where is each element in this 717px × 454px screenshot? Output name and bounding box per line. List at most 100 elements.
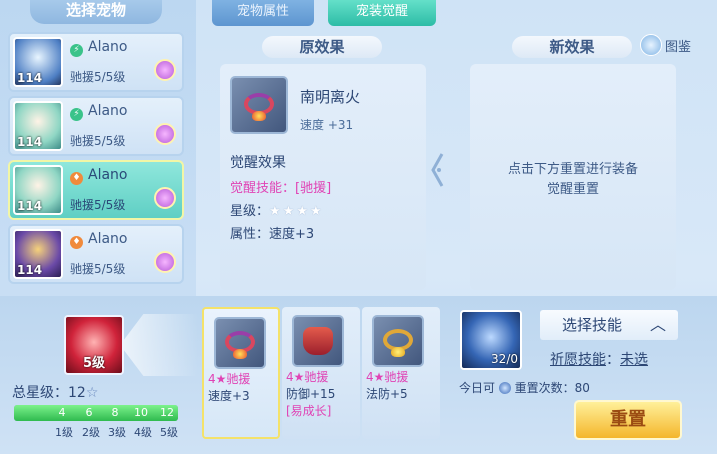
support-skill-icon[interactable]: 5级	[64, 315, 124, 375]
choose-skill-label: 选择技能	[562, 316, 623, 334]
today-count: 重置次数：80	[514, 381, 590, 395]
pet-level: 114	[17, 199, 43, 213]
progress-tick: 10	[134, 406, 148, 419]
chevron-left-icon	[430, 150, 444, 190]
star-rank-stars: ★★★★	[269, 204, 324, 219]
equipment-stat: 速度+3	[208, 389, 250, 403]
today-label: 今日可	[459, 381, 496, 395]
equipment-title: 4★驰援	[366, 370, 409, 384]
wish-skill-row[interactable]: 祈愿技能：未选	[550, 349, 648, 369]
equipment-icon	[292, 315, 344, 367]
equipment-stat: 防御+15	[286, 387, 336, 401]
wish-skill-sep: ：	[606, 352, 620, 368]
equipment-stat: 法防+5	[366, 387, 408, 401]
hint-line-1: 点击下方重置进行装备	[507, 162, 638, 177]
pet-name-text: Alano	[88, 103, 128, 119]
pet-name-text: Alano	[88, 39, 128, 55]
original-effect-header: 原效果	[262, 36, 382, 58]
lightning-icon: ⚡	[70, 44, 83, 57]
armor-icon	[303, 327, 333, 355]
pet-level: 114	[17, 71, 43, 85]
progress-tick: 6	[85, 406, 93, 419]
orb-count: 32/0	[491, 352, 518, 366]
lightning-icon: ⚡	[70, 108, 83, 121]
pet-support-level: 驰援5/5级	[70, 262, 126, 276]
pet-avatar: 114	[13, 229, 63, 279]
pet-avatar: 114	[13, 165, 63, 215]
equipment-extra: [易成长]	[286, 404, 332, 418]
star-rank-label: 星级：	[230, 204, 270, 219]
gem-icon	[252, 111, 266, 122]
pet-name: ♦ Alano	[70, 167, 127, 185]
reset-button[interactable]: 重置	[574, 400, 682, 440]
star-progress-bar: 4 6 8 10 12	[14, 405, 178, 421]
star-outline-icon: ☆	[85, 385, 99, 401]
wish-skill-label: 祈愿技能	[550, 352, 606, 368]
level-label: 2级	[82, 426, 100, 439]
rank-badge-icon	[154, 123, 176, 145]
equipment-info: 4★驰援 防御+15 [易成长]	[286, 369, 335, 420]
pet-name-text: Alano	[88, 167, 128, 183]
atlas-button[interactable]: 图鉴	[640, 34, 691, 56]
choose-skill-dropdown[interactable]: 选择技能 ︿	[540, 310, 678, 340]
gem-icon	[233, 348, 247, 359]
attribute-row: 属性：速度+3	[230, 223, 314, 242]
book-icon	[640, 34, 662, 56]
pet-name-text: Alano	[88, 231, 128, 247]
original-item-icon	[230, 76, 288, 134]
reset-orb-icon: 32/0	[460, 310, 522, 370]
diamond-icon: ♦	[70, 172, 83, 185]
pet-name: ⚡ Alano	[70, 39, 127, 57]
progress-tick: 8	[111, 406, 119, 419]
pet-support-level: 驰援5/5级	[70, 70, 126, 84]
pet-avatar: 114	[13, 37, 63, 87]
equipment-icon	[372, 315, 424, 367]
equipment-icon	[214, 317, 266, 369]
level-label: 5级	[160, 426, 178, 439]
pet-list-title: 选择宠物	[30, 0, 162, 24]
pet-card-3-selected[interactable]: 114 ♦ Alano 驰援5/5级	[8, 160, 184, 220]
level-label: 3级	[108, 426, 126, 439]
progress-tick: 4	[58, 406, 66, 419]
gem-icon	[391, 346, 405, 357]
atlas-label: 图鉴	[665, 40, 692, 55]
tab-equipment-awaken[interactable]: 宠装觉醒	[328, 0, 436, 26]
pet-name: ⚡ Alano	[70, 103, 127, 121]
orb-small-icon	[498, 382, 511, 394]
star-rank-row: 星级：★★★★	[230, 200, 324, 219]
hint-line-2: 觉醒重置	[546, 182, 599, 197]
awaken-skill-value: [驰援]	[295, 181, 332, 196]
awaken-skill-label: 觉醒技能：	[230, 181, 296, 196]
skill-level: 5级	[82, 356, 106, 371]
pet-support-level: 驰援5/5级	[70, 198, 126, 212]
level-label: 4级	[134, 426, 152, 439]
pet-card-4[interactable]: 114 ♦ Alano 驰援5/5级	[8, 224, 184, 284]
daily-reset-count: 今日可 重置次数：80	[459, 379, 590, 396]
pet-level: 114	[17, 135, 43, 149]
pet-card-2[interactable]: 114 ⚡ Alano 驰援5/5级	[8, 96, 184, 156]
equipment-slot-1[interactable]: 4★驰援 速度+3	[202, 307, 280, 439]
pet-name: ♦ Alano	[70, 231, 127, 249]
equipment-title: 4★驰援	[286, 370, 329, 384]
equipment-info: 4★驰援 速度+3	[208, 371, 250, 405]
pet-card-1[interactable]: 114 ⚡ Alano 驰援5/5级	[8, 32, 184, 92]
total-star-label: 总星级：	[12, 385, 68, 401]
equipment-slot-3[interactable]: 4★驰援 法防+5	[362, 307, 440, 439]
chevron-up-icon: ︿	[649, 315, 666, 334]
rank-badge-icon	[154, 251, 176, 273]
attribute-label: 属性：	[230, 227, 270, 242]
awaken-skill-row: 觉醒技能：[驰援]	[230, 177, 331, 196]
original-item-stat: 速度 +31	[300, 118, 354, 132]
original-item-name: 南明离火	[300, 88, 361, 106]
total-star-row: 总星级：12☆	[12, 382, 98, 402]
pet-avatar: 114	[13, 101, 63, 151]
equipment-title: 4★驰援	[208, 372, 251, 386]
rank-badge-icon	[154, 187, 176, 209]
equipment-slot-2[interactable]: 4★驰援 防御+15 [易成长]	[282, 307, 360, 439]
progress-tick: 12	[160, 406, 174, 419]
attribute-value: 速度+3	[269, 227, 315, 242]
awaken-effect-title: 觉醒效果	[230, 155, 286, 171]
tab-pet-attributes[interactable]: 宠物属性	[212, 0, 314, 26]
level-label: 1级	[55, 426, 73, 439]
pet-support-level: 驰援5/5级	[70, 134, 126, 148]
